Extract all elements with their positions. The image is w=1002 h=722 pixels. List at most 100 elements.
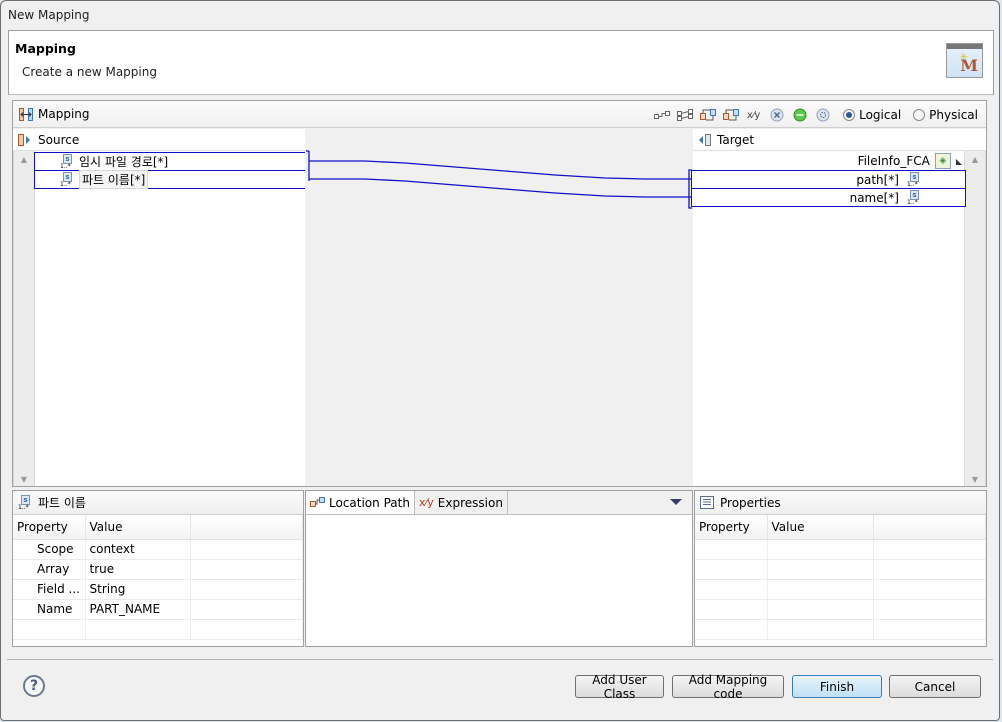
target-scrollbar[interactable]: ▲ ▼ [964,151,986,486]
help-icon[interactable]: ? [23,675,45,697]
column-header-property[interactable]: Property [695,515,768,540]
scroll-down-arrow[interactable]: ▼ [14,475,34,484]
property-cell [695,619,768,640]
target-tree[interactable]: ▲ ▼ FileInfo_FCA ◈ ◣ path[*] s 1..* name[… [691,150,986,486]
target-root-label: FileInfo_FCA [857,154,930,168]
mapping-panel-header: Mapping x⁄y Logical Physical [13,101,986,128]
page-description: Create a new Mapping [22,65,157,79]
table-row[interactable] [695,539,986,560]
table-row[interactable] [695,619,986,640]
scroll-down-arrow[interactable]: ▼ [965,475,985,484]
logical-radio-dot[interactable] [843,109,856,121]
source-node-label: 파트 이름[*] [79,170,149,189]
scroll-up-arrow[interactable]: ▲ [14,155,34,164]
location-path-icon [310,496,325,507]
source-node[interactable]: s 1..* 파트 이름[*] [34,170,306,189]
source-node-label: 임시 파일 경로[*] [79,155,169,169]
mapping-icon [19,108,33,121]
table-row[interactable] [695,599,986,620]
wizard-header: Mapping Create a new Mapping ✳ M [8,30,994,95]
physical-radio-label: Physical [929,108,978,122]
properties-pane: Properties Property Value [694,490,987,647]
value-cell[interactable] [85,619,191,640]
mapping-link [306,150,692,181]
value-cell[interactable]: PART_NAME [85,599,191,620]
column-header-blank [873,515,986,540]
blank-cell [190,579,303,600]
property-cell: Field ... [13,579,86,600]
properties-table: Property Value [695,515,986,640]
target-node[interactable]: name[*] s 1..* [691,188,966,207]
blank-cell [190,599,303,620]
scroll-up-arrow[interactable]: ▲ [965,155,985,164]
expand-target-icon[interactable] [722,107,739,124]
string-field-icon: s 1..* [60,171,72,188]
table-row[interactable]: Array true [13,559,303,580]
table-row[interactable] [695,579,986,600]
value-cell[interactable]: context [85,539,191,560]
target-root-node[interactable]: FileInfo_FCA ◈ ◣ [858,152,962,170]
property-cell [13,619,86,640]
value-cell[interactable] [767,599,874,620]
location-path-content[interactable] [306,515,692,646]
window-title: New Mapping [8,8,90,22]
value-cell[interactable] [767,579,874,600]
source-label: Source [38,133,80,147]
expand-corner-icon[interactable]: ◣ [956,157,962,166]
page-title: Mapping [15,41,76,56]
table-row[interactable] [13,619,303,640]
blank-cell [190,559,303,580]
properties-title: Properties [720,495,781,510]
source-node[interactable]: s 1..* 임시 파일 경로[*] [34,152,306,171]
tab-location-path[interactable]: Location Path [306,491,415,514]
status-green-icon[interactable] [791,107,808,124]
physical-radio-dot[interactable] [913,109,926,121]
table-row[interactable]: Scope context [13,539,303,560]
target-node[interactable]: path[*] s 1..* [691,170,966,189]
table-row[interactable]: Field ... String [13,579,303,600]
cancel-button[interactable]: Cancel [889,675,981,698]
settings-icon[interactable] [814,107,831,124]
expand-source-icon[interactable] [699,107,716,124]
blank-cell [190,619,303,640]
value-cell[interactable] [767,619,874,640]
blank-cell [873,539,986,560]
value-cell[interactable]: String [85,579,191,600]
column-header-value[interactable]: Value [85,515,191,540]
mapping-wizard-icon: ✳ M [946,43,983,78]
target-header: Target [693,129,986,150]
table-row[interactable]: Name PART_NAME [13,599,303,620]
tab-expression[interactable]: x⁄y Expression [415,491,508,514]
property-cell: Name [13,599,86,620]
blank-cell [873,619,986,640]
add-mapping-code-button[interactable]: Add Mapping code [672,673,784,701]
logical-radio[interactable]: Logical [843,108,901,122]
source-properties-title: 파트 이름 [38,496,86,510]
target-node-label: name[*] [849,190,899,205]
mapping-canvas[interactable] [305,129,693,486]
location-expression-pane: Location Path x⁄y Expression [305,490,693,647]
property-cell [695,539,768,560]
mapping-link [309,178,692,198]
string-field-icon: s 1..* [18,494,30,511]
expression-icon[interactable]: x⁄y [745,107,762,124]
column-header-value[interactable]: Value [767,515,874,540]
value-cell[interactable]: true [85,559,191,580]
source-properties-header: s 1..* 파트 이름 [13,491,303,515]
remove-icon[interactable] [768,107,785,124]
table-row[interactable] [695,559,986,580]
blank-cell [873,599,986,620]
view-menu-icon[interactable] [670,499,682,505]
source-scrollbar[interactable]: ▲ ▼ [13,151,35,486]
source-tree[interactable]: ▲ ▼ s 1..* 임시 파일 경로[*] s 1..* 파트 이름[*] [13,150,306,486]
mapping-toolbar: x⁄y Logical Physical [653,105,978,125]
finish-button[interactable]: Finish [792,675,882,698]
value-cell[interactable] [767,539,874,560]
column-header-property[interactable]: Property [13,515,86,540]
source-header: Source [13,129,305,150]
add-user-class-button[interactable]: Add User Class [575,673,664,701]
link-icon[interactable] [653,107,670,124]
physical-radio[interactable]: Physical [913,108,978,122]
value-cell[interactable] [767,559,874,580]
link-all-icon[interactable] [676,107,693,124]
